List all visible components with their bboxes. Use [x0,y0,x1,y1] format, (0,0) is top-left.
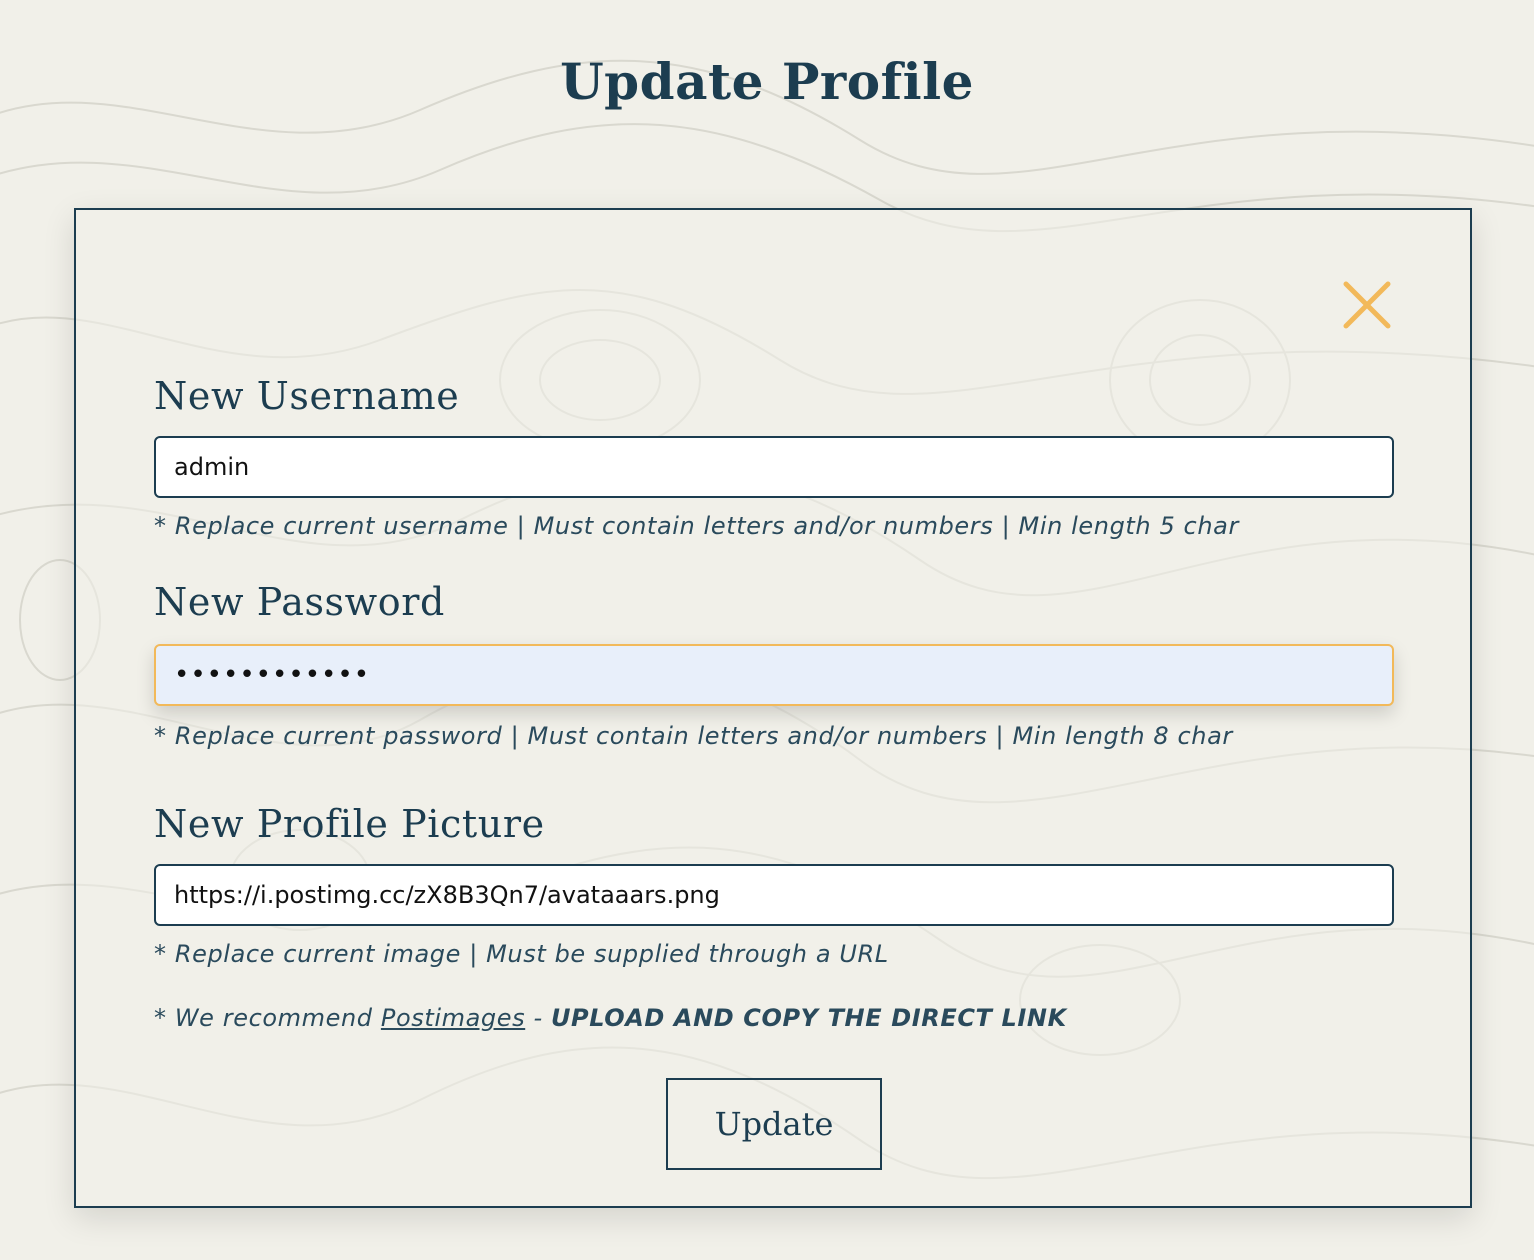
username-label: New Username [154,374,460,418]
profile-picture-label: New Profile Picture [154,802,545,846]
password-label: New Password [154,580,445,624]
postimages-link[interactable]: Postimages [381,1004,525,1032]
close-x-icon[interactable] [1342,280,1392,330]
recommend-emphasis: UPLOAD AND COPY THE DIRECT LINK [550,1004,1067,1032]
page-title: Update Profile [560,52,974,111]
recommend-prefix: * We recommend [154,1004,373,1032]
password-input[interactable] [154,644,1394,706]
password-hint: * Replace current password | Must contai… [154,722,1233,750]
update-profile-modal: New Username * Replace current username … [74,208,1472,1208]
username-hint: * Replace current username | Must contai… [154,512,1239,540]
postimages-recommendation: * We recommend Postimages - UPLOAD AND C… [154,1004,1067,1032]
recommend-separator: - [533,1004,543,1032]
username-input[interactable] [154,436,1394,498]
profile-picture-hint: * Replace current image | Must be suppli… [154,940,889,968]
profile-picture-url-input[interactable] [154,864,1394,926]
update-button[interactable]: Update [666,1078,882,1170]
